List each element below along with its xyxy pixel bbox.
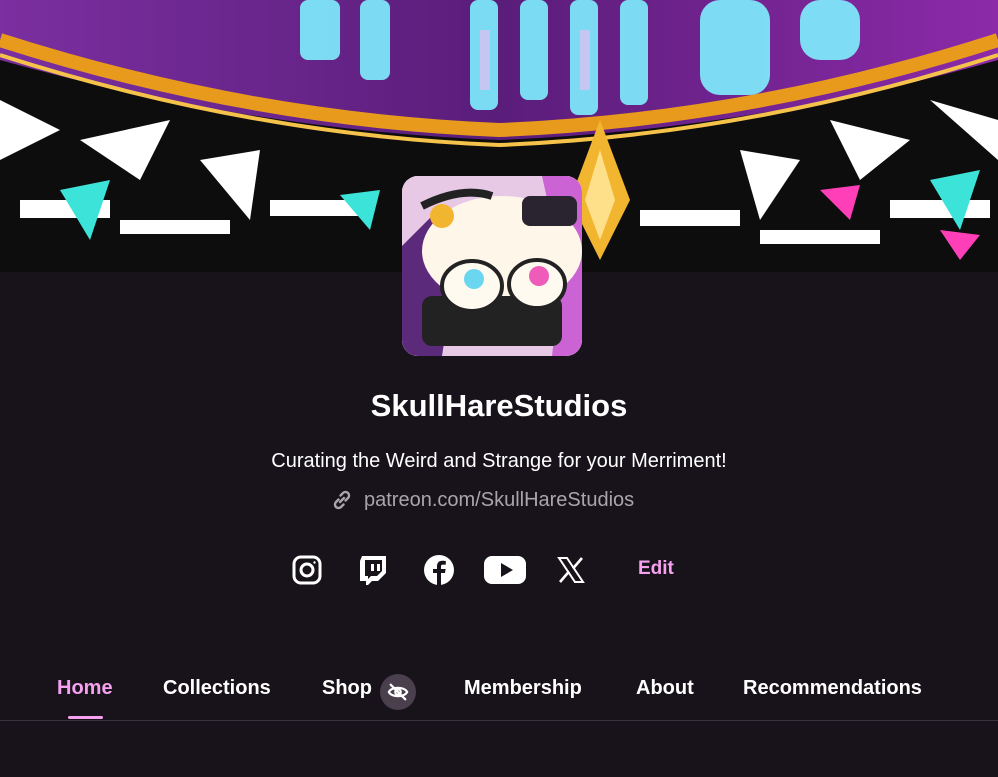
creator-tagline: Curating the Weird and Strange for your … <box>271 450 727 472</box>
facebook-icon[interactable] <box>422 550 456 590</box>
avatar[interactable] <box>402 176 582 356</box>
edit-socials-button[interactable]: Edit <box>638 558 674 580</box>
youtube-icon[interactable] <box>482 550 528 590</box>
profile-link[interactable]: patreon.com/SkullHareStudios <box>330 487 634 513</box>
tab-about[interactable]: About <box>636 677 694 700</box>
profile-tabs: Home Collections Shop Membership About R… <box>0 665 998 721</box>
instagram-icon[interactable] <box>290 550 324 590</box>
active-tab-indicator <box>68 716 103 719</box>
link-icon <box>330 488 354 512</box>
tab-home[interactable]: Home <box>57 677 113 700</box>
tab-collections[interactable]: Collections <box>163 677 271 700</box>
eye-off-icon[interactable] <box>380 674 416 710</box>
tab-shop[interactable]: Shop <box>322 677 372 700</box>
twitch-icon[interactable] <box>356 550 390 590</box>
tab-recommendations[interactable]: Recommendations <box>743 677 922 700</box>
profile-link-text[interactable]: patreon.com/SkullHareStudios <box>364 489 634 512</box>
social-links <box>0 550 998 590</box>
tab-membership[interactable]: Membership <box>464 677 582 700</box>
x-icon[interactable] <box>555 550 587 590</box>
creator-name: SkullHareStudios <box>370 388 628 423</box>
